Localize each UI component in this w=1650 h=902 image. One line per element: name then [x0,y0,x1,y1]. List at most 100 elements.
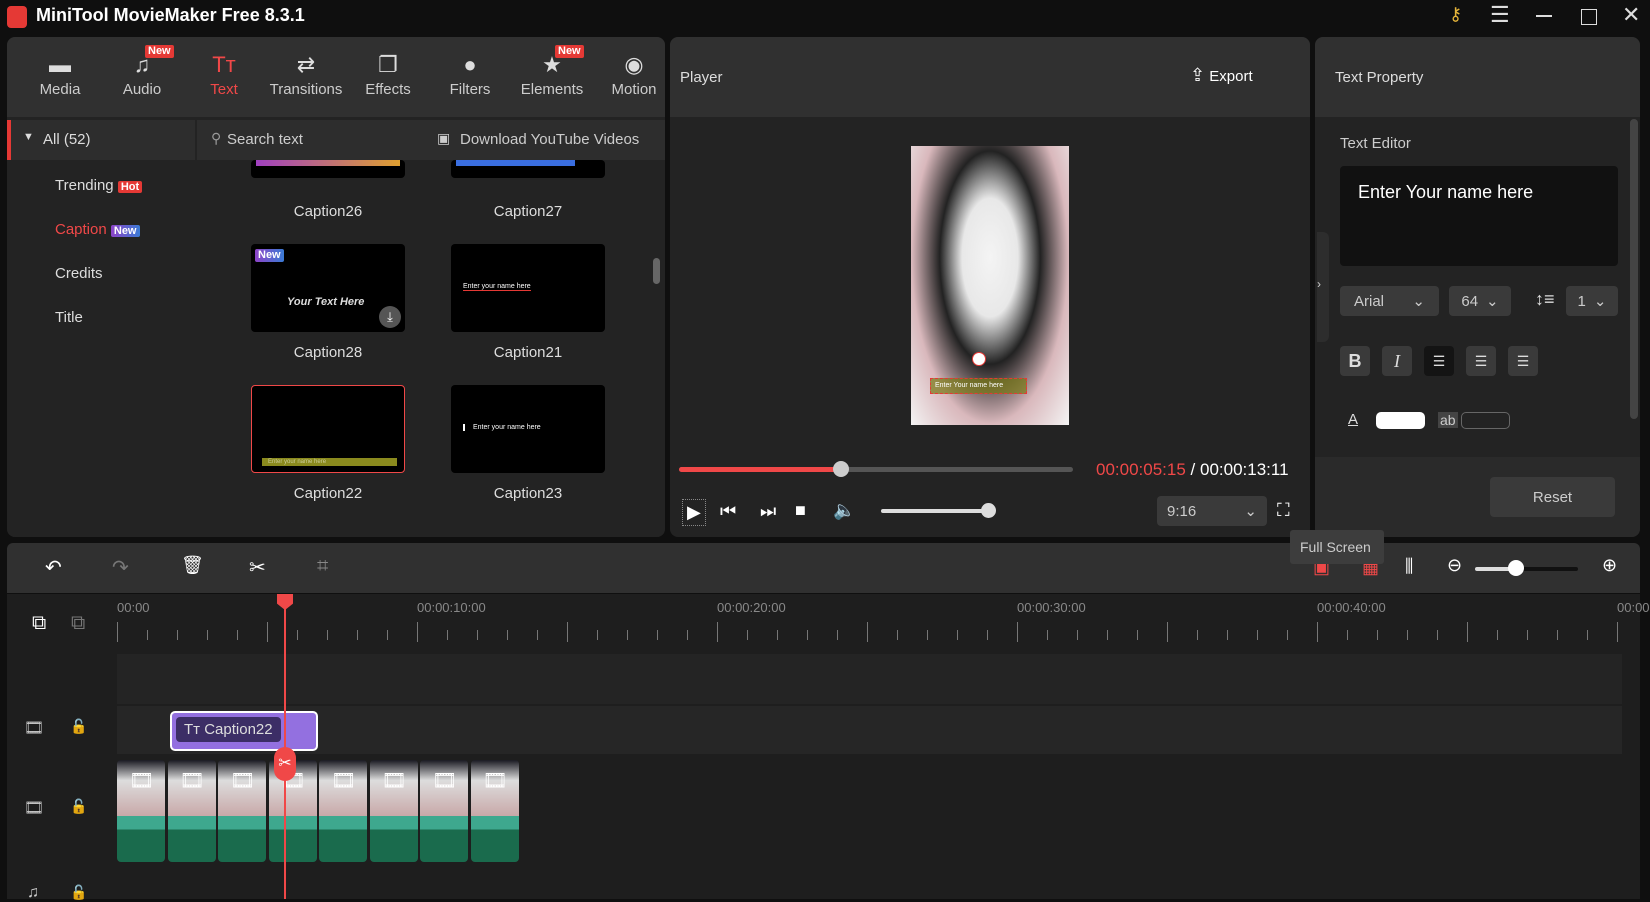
text-color-swatch[interactable] [1376,412,1425,429]
stop-button[interactable]: ■ [795,500,806,521]
video-clip[interactable]: 🎞 [167,760,216,862]
export-button[interactable]: ⇪ Export [1190,65,1253,86]
search-input[interactable]: Search text [227,131,303,148]
volume-slider[interactable] [881,503,996,518]
font-dropdown[interactable]: Arial ⌄ [1340,286,1439,316]
video-clip[interactable]: 🎞 [369,760,418,862]
caption22-thumbnail[interactable]: Enter your name here [251,385,405,473]
ruler-tick [777,630,778,640]
caption-clip[interactable]: Tт Caption22 [170,711,318,751]
crop-button[interactable]: ⌗ [317,555,328,578]
collapse-panel-handle[interactable]: › [1317,232,1329,342]
text-library: ⚲ Search text ▣ Download YouTube Videos … [197,120,665,537]
ruler-tick [717,622,718,642]
volume-handle[interactable] [981,503,996,518]
video-clip[interactable]: 🎞 [420,760,468,862]
video-clip[interactable]: 🎞 [117,760,165,862]
caption28-thumbnail[interactable]: New Your Text Here ⤓ [251,244,405,332]
download-icon[interactable]: ⤓ [379,306,401,328]
tab-transitions[interactable]: ⇄ Transitions [265,37,347,117]
play-button[interactable]: ▶ [682,499,706,526]
reset-button[interactable]: Reset [1490,477,1615,517]
text-overlay-selection[interactable]: Enter Your name here [930,378,1027,394]
video-preview[interactable]: Enter Your name here [911,146,1069,425]
rotate-handle[interactable] [972,352,986,366]
export-label: Export [1209,68,1253,85]
zoom-out-button[interactable]: ⊖ [1447,555,1462,576]
player-title: Player [680,69,723,86]
video-clip[interactable]: 🎞 [218,760,266,862]
tab-filters[interactable]: ● Filters [429,37,511,117]
zoom-in-button[interactable]: ⊕ [1602,555,1617,576]
tab-motion[interactable]: ◉ Motion [593,37,665,117]
video-clip[interactable]: 🎞 [319,760,367,862]
caption27-thumbnail[interactable] [451,160,605,178]
lock-icon[interactable]: 🔓 [70,718,87,735]
category-credits[interactable]: Credits [55,265,103,282]
ruler-tick [1227,630,1228,640]
tab-audio[interactable]: ♫ Audio New [101,37,183,117]
align-left-button[interactable]: ☰ [1424,346,1454,376]
bold-button[interactable]: B [1340,346,1370,376]
align-center-button[interactable]: ☰ [1466,346,1496,376]
track-film-icon: 🎞 [24,720,45,737]
category-trending[interactable]: Trending Hot [55,177,143,194]
timeline-ruler[interactable]: 00:00 00:00:10:00 00:00:20:00 00:00:30:00 00… [117,594,1650,654]
split-at-playhead-icon[interactable]: ✂ [274,747,296,781]
lock-icon[interactable]: 🔓 [70,884,87,901]
previous-frame-button[interactable]: ⏮ [720,501,736,522]
align-right-button[interactable]: ☰ [1508,346,1538,376]
line-spacing-dropdown[interactable]: 1 ⌄ [1566,286,1618,316]
category-list: ▼ All (52) Trending Hot Caption New Cred… [7,120,195,537]
key-icon[interactable]: ⚷ [1449,4,1462,25]
progress-fill [679,467,841,472]
timeline: ⧉ ⧉ 00:00 00:00:10:00 00:00:20:00 00:00:30:… [7,594,1650,901]
italic-button[interactable]: I [1382,346,1412,376]
maximize-icon[interactable] [1581,9,1597,25]
ruler-tick [867,622,868,642]
font-size-dropdown[interactable]: 64 ⌄ [1449,286,1511,316]
volume-icon[interactable]: 🔈 [833,500,855,521]
category-all[interactable]: ▼ All (52) [7,120,195,160]
menu-icon[interactable]: ☰ [1490,2,1510,28]
remove-track-icon[interactable]: ⧉ [71,612,85,635]
ruler-tick [177,630,178,640]
background-color-swatch[interactable] [1461,412,1510,429]
split-button[interactable]: ✂ [249,555,266,580]
next-frame-button[interactable]: ⏭ [760,501,776,522]
minimize-icon[interactable] [1536,15,1552,17]
tab-elements[interactable]: ★ Elements New [511,37,593,117]
tab-label: Transitions [269,81,343,98]
text-property-scrollbar[interactable] [1630,119,1638,419]
ruler-tick [897,630,898,640]
ruler-tick [207,630,208,640]
download-youtube-link[interactable]: Download YouTube Videos [460,131,639,148]
tab-text[interactable]: Tт Text [183,37,265,117]
fit-timeline-button[interactable]: ⫼ [1405,556,1413,577]
timeline-zoom-slider[interactable] [1475,560,1578,576]
redo-button[interactable]: ↷ [112,555,129,580]
caption23-thumbnail[interactable]: Enter your name here [451,385,605,473]
progress-handle[interactable] [832,461,849,477]
delete-button[interactable]: 🗑 [181,555,204,576]
fullscreen-button[interactable]: ⛶ [1277,500,1290,521]
library-scrollbar[interactable] [653,258,660,284]
category-title[interactable]: Title [55,309,83,326]
aspect-ratio-dropdown[interactable]: 9:16 ⌄ [1157,496,1267,526]
tab-effects[interactable]: ❐ Effects [347,37,429,117]
video-clip[interactable]: 🎞 [470,760,519,862]
caption-name: Caption27 [493,203,563,220]
add-track-icon[interactable]: ⧉ [32,612,46,635]
zoom-handle[interactable] [1508,560,1525,576]
close-icon[interactable]: ✕ [1622,2,1640,28]
caption26-thumbnail[interactable] [251,160,405,178]
text-editor-input[interactable]: Enter Your name here [1340,166,1618,266]
playback-progress[interactable] [679,461,1073,477]
category-caption[interactable]: Caption New [55,221,140,238]
undo-button[interactable]: ↶ [45,555,62,580]
caption21-thumbnail[interactable]: Enter your name here [451,244,605,332]
ruler-tick [387,630,388,640]
tab-label: Media [39,81,81,98]
lock-icon[interactable]: 🔓 [70,798,87,815]
tab-media[interactable]: ▬ Media [19,37,101,117]
